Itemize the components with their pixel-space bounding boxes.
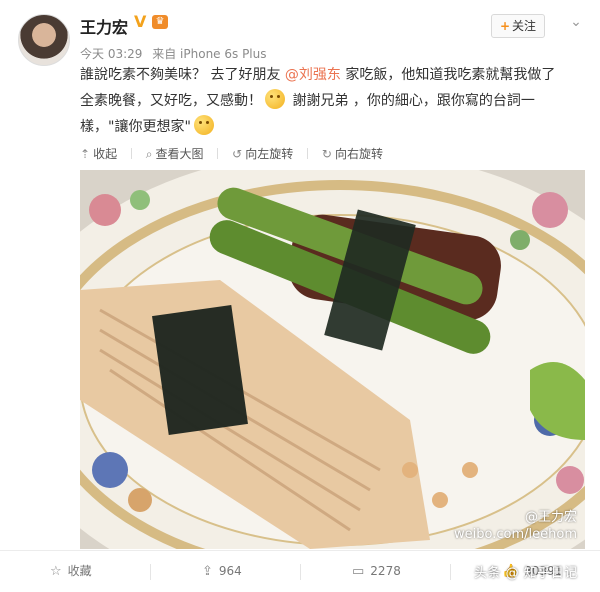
post-text-segment: 全素晚餐，又好吃，又感動！ bbox=[80, 93, 262, 109]
avatar[interactable] bbox=[18, 14, 70, 66]
chevron-down-icon[interactable]: ⌄ bbox=[568, 14, 584, 30]
rotate-left-label: 向左旋转 bbox=[245, 147, 294, 161]
comment-count: 2278 bbox=[370, 564, 401, 578]
post-text-segment: 謝謝兄弟 ，你的細心，跟你寫的台詞一 bbox=[288, 93, 535, 109]
favorite-label: 收藏 bbox=[67, 564, 92, 578]
star-icon: ☆ bbox=[50, 564, 62, 579]
rotate-left-icon: ↺ bbox=[232, 147, 243, 161]
comment-icon: ▭ bbox=[352, 564, 365, 579]
post-text-segment: 誰說吃素不夠美味？ 去了好朋友 bbox=[80, 67, 285, 83]
arrow-up-icon: ⇡ bbox=[80, 147, 91, 161]
watermark-url: weibo.com/leehom bbox=[454, 527, 577, 542]
repost-button[interactable]: ⇪ 964 bbox=[202, 551, 242, 592]
thinking-emoji-icon bbox=[265, 89, 285, 109]
post-header: 王力宏 V ♛ 今天 03:29 来自 iPhone 6s Plus + 关注 ⌄ bbox=[0, 0, 600, 66]
post-meta: 今天 03:29 来自 iPhone 6s Plus bbox=[80, 45, 273, 62]
divider bbox=[130, 148, 132, 159]
crown-icon: ♛ bbox=[152, 15, 168, 29]
watermark-user: @王力宏 bbox=[524, 510, 577, 525]
overlay-watermark: 头条 @ 知乎日记 bbox=[474, 566, 578, 581]
divider bbox=[300, 564, 301, 580]
user-name[interactable]: 王力宏 bbox=[80, 14, 128, 38]
rotate-right-button[interactable]: ↻ 向右旋转 bbox=[322, 142, 383, 166]
collapse-button[interactable]: ⇡ 收起 bbox=[80, 142, 117, 166]
mention-link[interactable]: @刘强东 bbox=[285, 67, 341, 83]
divider bbox=[217, 148, 219, 159]
divider bbox=[150, 564, 151, 580]
smile-emoji-icon bbox=[193, 115, 214, 135]
post-text-segment: 家吃飯，他知道我吃素就幫我做了 bbox=[340, 67, 556, 83]
rotate-left-button[interactable]: ↺ 向左旋转 bbox=[232, 142, 293, 166]
post-source: 来自 iPhone 6s Plus bbox=[152, 47, 267, 61]
view-large-button[interactable]: ⌕ 查看大图 bbox=[146, 142, 204, 166]
zoom-icon: ⌕ bbox=[145, 147, 153, 161]
post-text-segment: 樣，"讓你更想家" bbox=[80, 119, 191, 135]
comment-button[interactable]: ▭ 2278 bbox=[352, 551, 401, 592]
favorite-button[interactable]: ☆ 收藏 bbox=[50, 551, 92, 592]
verified-badge-icon: V bbox=[134, 12, 147, 31]
collapse-label: 收起 bbox=[93, 147, 118, 161]
follow-label: 关注 bbox=[512, 19, 537, 33]
divider bbox=[450, 564, 451, 580]
repost-count: 964 bbox=[218, 564, 242, 578]
rotate-right-icon: ↻ bbox=[321, 147, 332, 161]
view-large-label: 查看大图 bbox=[155, 147, 204, 161]
rotate-right-label: 向右旋转 bbox=[334, 147, 383, 161]
divider bbox=[307, 148, 309, 159]
post-time[interactable]: 今天 03:29 bbox=[80, 47, 142, 61]
post-photo[interactable]: @王力宏 weibo.com/leehom bbox=[80, 170, 585, 549]
post-text: 誰說吃素不夠美味？ 去了好朋友 @刘强东 家吃飯，他知道我吃素就幫我做了 全素晚… bbox=[80, 62, 585, 140]
image-toolbar: ⇡ 收起 ⌕ 查看大图 ↺ 向左旋转 ↻ 向右旋转 bbox=[80, 142, 585, 166]
follow-button[interactable]: + 关注 bbox=[491, 14, 545, 38]
food-photo-illustration bbox=[80, 170, 585, 549]
plus-icon: + bbox=[499, 19, 511, 33]
repost-icon: ⇪ bbox=[202, 564, 213, 579]
photo-watermark: @王力宏 weibo.com/leehom bbox=[454, 509, 577, 543]
